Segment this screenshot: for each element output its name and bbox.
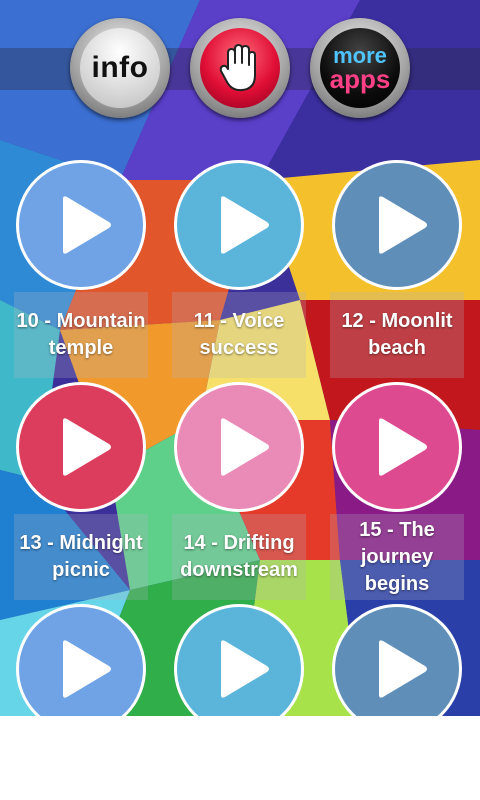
info-label: info	[91, 51, 149, 84]
track-play-button[interactable]	[174, 382, 304, 512]
info-button[interactable]: info	[70, 18, 170, 118]
info-button-face: info	[80, 28, 160, 108]
track-label: 14 - Drifting downstream	[172, 514, 306, 600]
track-play-button[interactable]	[174, 160, 304, 290]
track-16[interactable]	[16, 604, 146, 734]
track-18[interactable]	[332, 604, 462, 734]
track-12[interactable]	[332, 160, 462, 290]
play-icon	[63, 418, 111, 476]
play-icon	[221, 196, 269, 254]
track-15[interactable]	[332, 382, 462, 512]
track-play-button[interactable]	[332, 160, 462, 290]
track-label: 15 - The journey begins	[330, 514, 464, 600]
track-play-button[interactable]	[332, 382, 462, 512]
track-label: 13 - Midnight picnic	[14, 514, 148, 600]
more-apps-button[interactable]: more apps	[310, 18, 410, 118]
play-icon	[379, 640, 427, 698]
more-apps-label-line2: apps	[329, 63, 391, 94]
track-label: 12 - Moonlit beach	[330, 292, 464, 378]
track-10[interactable]	[16, 160, 146, 290]
track-play-button[interactable]	[332, 604, 462, 734]
track-play-button[interactable]	[16, 604, 146, 734]
track-play-button[interactable]	[16, 160, 146, 290]
track-11[interactable]	[174, 160, 304, 290]
track-17[interactable]	[174, 604, 304, 734]
play-icon	[63, 640, 111, 698]
track-play-button[interactable]	[174, 604, 304, 734]
play-icon	[63, 196, 111, 254]
track-play-button[interactable]	[16, 382, 146, 512]
track-label: 11 - Voice success	[172, 292, 306, 378]
play-icon	[221, 640, 269, 698]
play-icon	[379, 418, 427, 476]
stop-button[interactable]	[190, 18, 290, 118]
track-14[interactable]	[174, 382, 304, 512]
track-13[interactable]	[16, 382, 146, 512]
play-icon	[379, 196, 427, 254]
more-apps-button-face: more apps	[320, 28, 400, 108]
play-icon	[221, 418, 269, 476]
footer-area	[0, 716, 480, 800]
track-label: 10 - Mountain temple	[14, 292, 148, 378]
stop-button-face	[200, 28, 280, 108]
stop-hand-icon	[219, 44, 256, 92]
